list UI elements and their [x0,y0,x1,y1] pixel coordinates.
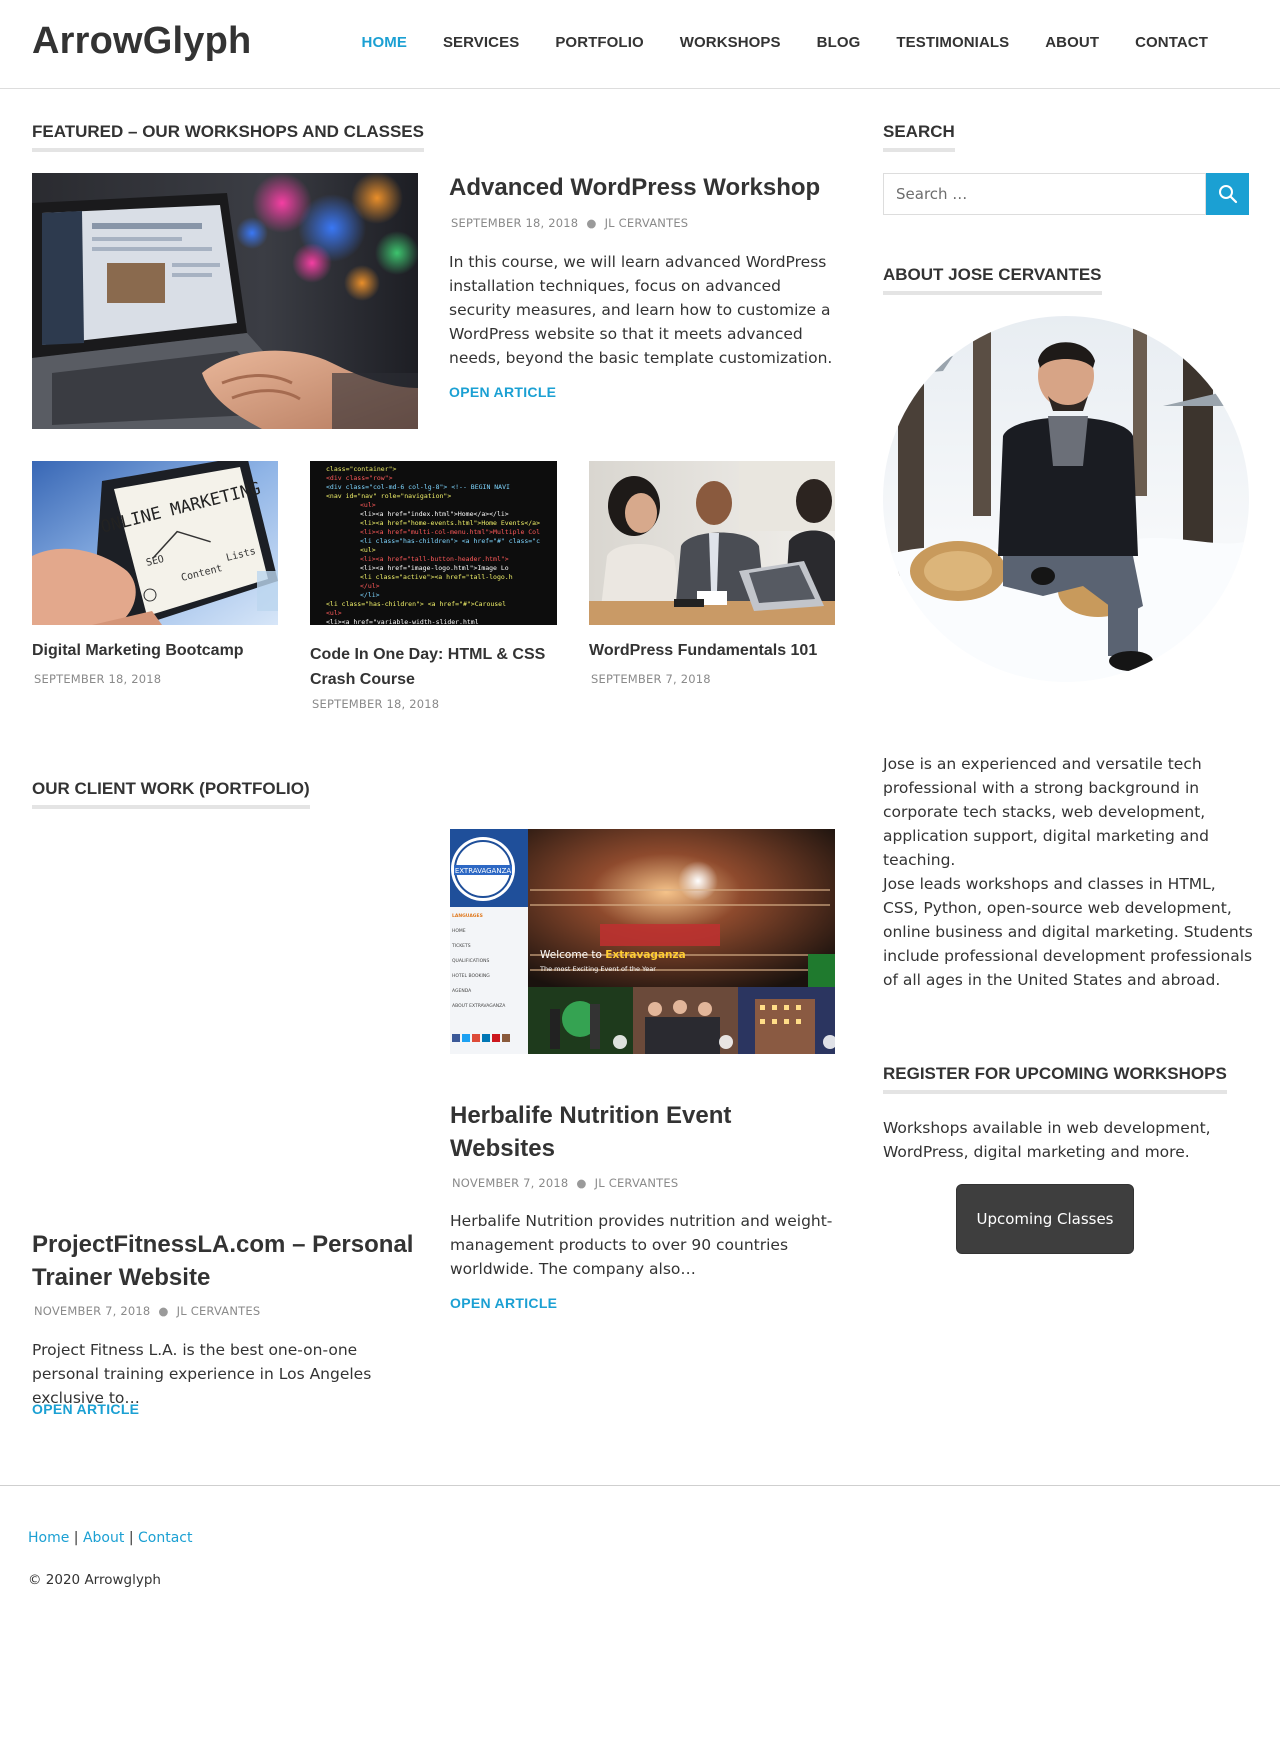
featured-post-image[interactable] [32,173,418,429]
code-line: <div class="row"> [326,474,393,482]
nav-item-portfolio[interactable]: PORTFOLIO [537,34,661,51]
register-heading: REGISTER FOR UPCOMING WORKSHOPS [883,1064,1227,1094]
nav-item-testimonials[interactable]: TESTIMONIALS [878,34,1027,51]
extravaganza-menu-item: HOME [452,928,466,934]
footer-link-about[interactable]: About [83,1530,124,1546]
nav-item-about[interactable]: ABOUT [1027,34,1117,51]
code-line: <li class="has-children"> <a href="#" cl… [360,537,540,545]
small-post-title-2[interactable]: Code In One Day: HTML & CSS Crash Course [310,642,557,692]
footer-divider [0,1485,1280,1486]
extravaganza-welcome: Welcome to Extravaganza [540,949,686,961]
projectfitness-open-article-link[interactable]: OPEN ARTICLE [32,1401,139,1417]
footer-link-home[interactable]: Home [28,1530,69,1546]
extravaganza-menu-item: QUALIFICATIONS [452,958,490,964]
search-input[interactable] [883,173,1206,215]
code-line: <ul> [326,609,342,617]
featured-post-excerpt: In this course, we will learn advanced W… [449,253,833,367]
extravaganza-menu-item: TICKETS [451,943,471,949]
small-post-date-2[interactable]: SEPTEMBER 18, 2018 [312,697,439,711]
main-nav: HOME SERVICES PORTFOLIO WORKSHOPS BLOG T… [344,34,1226,51]
post-date[interactable]: NOVEMBER 7, 2018 [34,1304,150,1318]
code-line: <nav id="nav" role="navigation"> [326,492,451,500]
post-author[interactable]: JL CERVANTES [595,1176,679,1190]
herbalife-image[interactable]: EXTRAVAGANZA LANGUAGES HOME TICKETS QUALIFI… [450,829,835,1054]
herbalife-post-excerpt: Herbalife Nutrition provides nutrition a… [450,1212,833,1278]
featured-open-article-link[interactable]: OPEN ARTICLE [449,384,556,400]
extravaganza-logo-text: EXTRAVAGANZA [455,867,512,875]
footer-link-contact[interactable]: Contact [138,1530,192,1546]
register-text: Workshops available in web development, … [883,1119,1211,1161]
herbalife-post-title[interactable]: Herbalife Nutrition Event Websites [450,1099,835,1165]
small-post-date-1[interactable]: SEPTEMBER 18, 2018 [34,672,161,686]
code-crash-course-image[interactable]: class="container"> <div class="row"> <div … [310,461,557,625]
extravaganza-menu-item: LANGUAGES [452,913,483,919]
featured-post-meta: SEPTEMBER 18, 2018 ● JL CERVANTES [451,216,688,230]
code-line: <li><a href="tall-button-header.html"> [360,555,509,563]
upcoming-classes-button[interactable]: Upcoming Classes [956,1184,1134,1254]
code-editor-photo: class="container"><div class="row"><div … [310,461,557,625]
site-header: ArrowGlyph HOME SERVICES PORTFOLIO WORKS… [0,0,1280,89]
post-author[interactable]: JL CERVANTES [177,1304,261,1318]
projectfitness-post-title[interactable]: ProjectFitnessLA.com – Personal Trainer … [32,1228,432,1294]
code-line: <li><a href="index.html">Home</a></li> [360,510,509,518]
meta-separator: ● [158,1304,169,1318]
extravaganza-tagline: The most Exciting Event of the Year [539,965,656,973]
nav-item-blog[interactable]: BLOG [799,34,879,51]
featured-post-title[interactable]: Advanced WordPress Workshop [449,174,820,202]
post-date[interactable]: NOVEMBER 7, 2018 [452,1176,568,1190]
meta-separator: ● [586,216,597,230]
small-post-date-3[interactable]: SEPTEMBER 7, 2018 [591,672,711,686]
search-icon [1218,185,1237,204]
meta-separator: ● [576,1176,587,1190]
code-line: <div class="col-md-6 col-lg-8"> <!-- BEG… [326,483,510,491]
laptop-photo [32,173,418,429]
online-marketing-photo: ONLINE MARKETING SEO Content Lists [32,461,278,625]
extravaganza-menu-item: ABOUT EXTRAVAGANZA [452,1003,506,1009]
copyright-text: © 2020 Arrowglyph [28,1572,161,1588]
herbalife-post-meta: NOVEMBER 7, 2018 ● JL CERVANTES [452,1176,678,1190]
small-post-title-3[interactable]: WordPress Fundamentals 101 [589,642,849,660]
code-line: <ul> [360,546,376,554]
extravaganza-website-screenshot: EXTRAVAGANZA LANGUAGES HOME TICKETS QUALIFI… [450,829,835,1054]
code-line: </ul> [360,582,380,590]
code-line: <li><a href="variable-width-slider.html [326,618,479,625]
nav-item-workshops[interactable]: WORKSHOPS [662,34,799,51]
footer-separator: | [73,1530,79,1546]
herbalife-open-article-link[interactable]: OPEN ARTICLE [450,1295,557,1311]
post-author[interactable]: JL CERVANTES [605,216,689,230]
extravaganza-menu-item: AGENDA [452,988,472,994]
nav-item-contact[interactable]: CONTACT [1117,34,1226,51]
author-photo [883,316,1249,682]
post-date[interactable]: SEPTEMBER 18, 2018 [451,216,578,230]
small-post-title-1[interactable]: Digital Marketing Bootcamp [32,642,278,660]
search-heading: SEARCH [883,122,955,152]
code-line: </li> [360,591,380,599]
code-line: <li><a href="home-events.html">Home Even… [360,519,540,527]
about-paragraph-1: Jose is an experienced and versatile tec… [883,755,1209,869]
nav-item-services[interactable]: SERVICES [425,34,537,51]
portfolio-heading: OUR CLIENT WORK (PORTFOLIO) [32,779,310,809]
projectfitness-post-excerpt: Project Fitness L.A. is the best one-on-… [32,1341,372,1407]
nav-item-home[interactable]: HOME [344,34,425,51]
about-heading: ABOUT JOSE CERVANTES [883,265,1102,295]
code-line: class="container"> [326,465,397,473]
footer-separator: | [128,1530,134,1546]
code-line: <li><a href="image-logo.html">Image Lo [360,564,509,572]
site-title[interactable]: ArrowGlyph [32,20,251,63]
code-line: <li><a href="multi-col-menu.html">Multip… [360,528,540,536]
about-paragraph-2: Jose leads workshops and classes in HTML… [883,875,1253,989]
code-line: <ul> [360,501,376,509]
code-line: <li class="has-children"> <a href="#">Ca… [326,600,506,608]
projectfitness-post-meta: NOVEMBER 7, 2018 ● JL CERVANTES [34,1304,260,1318]
featured-heading: FEATURED – OUR WORKSHOPS AND CLASSES [32,122,424,152]
extravaganza-menu-item: HOTEL BOOKING [452,973,490,979]
search-button[interactable] [1206,173,1249,215]
author-avatar [883,316,1249,682]
footer-nav: Home | About | Contact [28,1530,192,1546]
code-line: <li class="active"><a href="tall-logo.h [360,573,513,581]
students-laptop-photo [589,461,835,625]
digital-marketing-image[interactable]: ONLINE MARKETING SEO Content Lists [32,461,278,625]
wordpress-fundamentals-image[interactable] [589,461,835,625]
